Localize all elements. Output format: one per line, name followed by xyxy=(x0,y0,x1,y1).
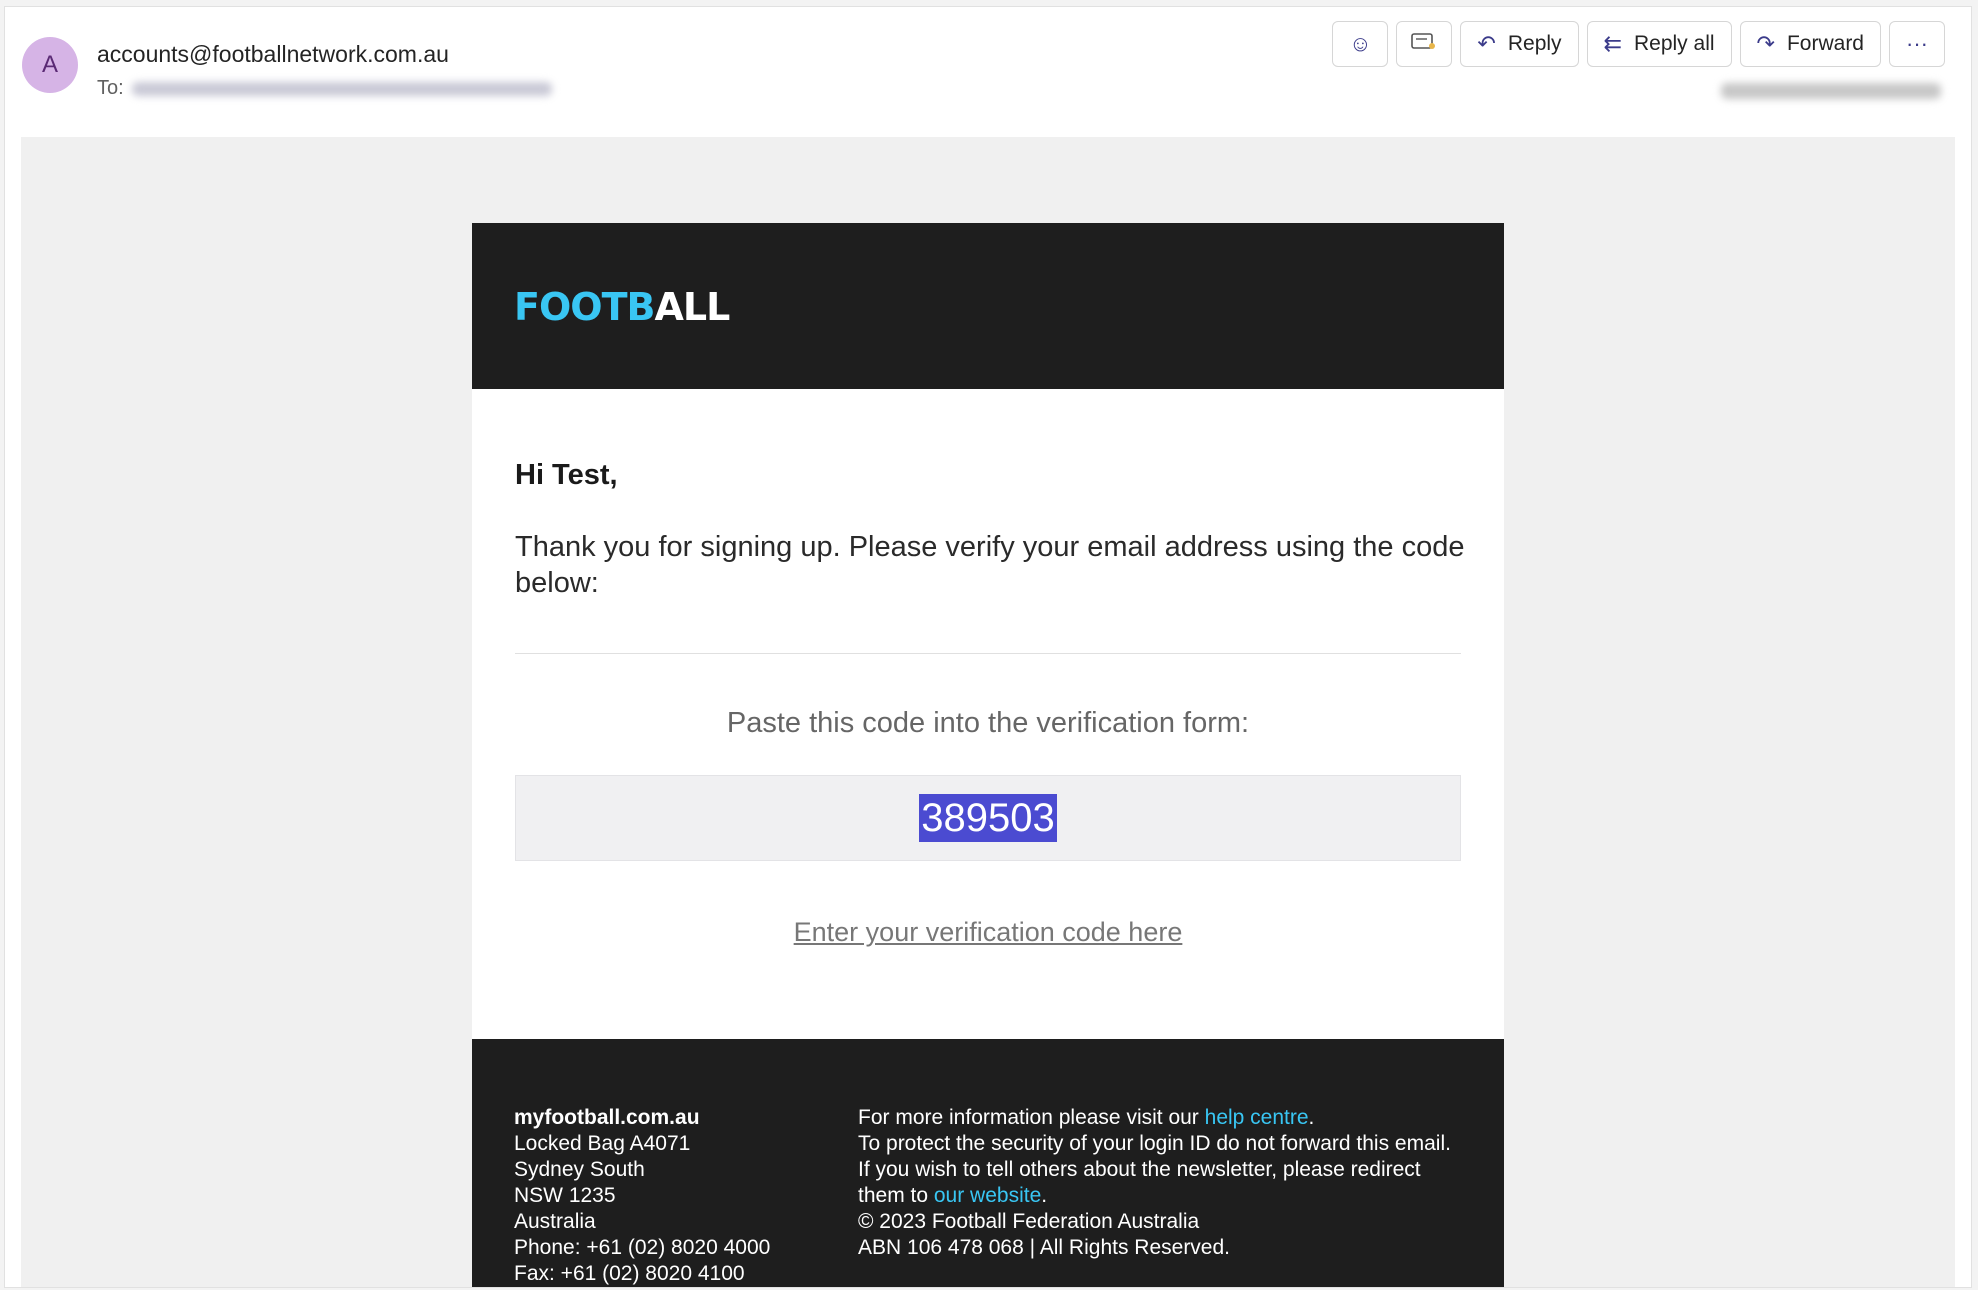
reply-all-label: Reply all xyxy=(1633,32,1715,55)
forward-label: Forward xyxy=(1786,32,1864,55)
footer-address-line: Sydney South xyxy=(514,1158,645,1181)
enter-code-row: Enter your verification code here xyxy=(472,917,1504,948)
footer-fax: Fax: +61 (02) 8020 4100 xyxy=(514,1262,745,1285)
info-period: . xyxy=(1308,1106,1315,1129)
immersive-reader-button[interactable] xyxy=(1396,21,1453,67)
forward-button[interactable]: ↷ Forward xyxy=(1739,21,1881,67)
info-text: For more information please visit our xyxy=(858,1106,1205,1129)
reply-icon: ↶ xyxy=(1477,31,1496,56)
protect-period: . xyxy=(1041,1184,1048,1207)
email-card: FOOTBALL Hi Test, Thank you for signing … xyxy=(472,223,1504,1287)
reply-all-button[interactable]: ⇇ Reply all xyxy=(1586,21,1732,67)
more-actions-button[interactable]: ··· xyxy=(1889,21,1945,67)
mail-viewer: A accounts@footballnetwork.com.au To: ☺ … xyxy=(0,0,1978,1290)
email-header-banner: FOOTBALL xyxy=(472,223,1504,389)
forward-icon: ↷ xyxy=(1756,31,1775,56)
footer-info: For more information please visit our he… xyxy=(858,1105,1458,1261)
enter-code-link[interactable]: Enter your verification code here xyxy=(794,917,1183,947)
sender-avatar[interactable]: A xyxy=(22,37,78,93)
avatar-letter: A xyxy=(41,51,58,78)
email-body: FOOTBALL Hi Test, Thank you for signing … xyxy=(21,137,1955,1287)
footer-protect-line: To protect the security of your login ID… xyxy=(858,1131,1458,1209)
reaction-button[interactable]: ☺ xyxy=(1332,21,1389,67)
help-centre-link[interactable]: help centre xyxy=(1205,1106,1309,1129)
sender-address[interactable]: accounts@footballnetwork.com.au xyxy=(97,41,449,68)
footer-address: myfootball.com.au Locked Bag A4071 Sydne… xyxy=(514,1105,834,1287)
footer-address-line: Australia xyxy=(514,1210,596,1233)
verification-code[interactable]: 389503 xyxy=(919,794,1057,842)
reply-button[interactable]: ↶ Reply xyxy=(1460,21,1579,67)
football-logo: FOOTBALL xyxy=(514,285,730,329)
greeting: Hi Test, xyxy=(515,459,618,491)
logo-part2: ALL xyxy=(654,285,730,329)
email-footer: myfootball.com.au Locked Bag A4071 Sydne… xyxy=(472,1039,1504,1287)
footer-copyright: © 2023 Football Federation Australia xyxy=(858,1210,1200,1233)
to-label: To: xyxy=(97,77,124,99)
intro-text: Thank you for signing up. Please verify … xyxy=(515,531,1465,599)
paste-instruction: Paste this code into the verification fo… xyxy=(726,707,1250,739)
message-pane: A accounts@footballnetwork.com.au To: ☺ … xyxy=(4,6,1972,1288)
smiley-icon: ☺ xyxy=(1349,31,1372,56)
reader-icon xyxy=(1411,31,1437,57)
footer-address-line: NSW 1235 xyxy=(514,1184,616,1207)
reply-all-icon: ⇇ xyxy=(1603,31,1622,56)
divider xyxy=(515,653,1461,654)
recipient-redacted xyxy=(131,81,552,96)
website-link[interactable]: our website xyxy=(934,1184,1041,1207)
reply-label: Reply xyxy=(1507,32,1562,55)
date-redacted xyxy=(1721,83,1941,99)
footer-info-line: For more information please visit our he… xyxy=(858,1105,1458,1131)
footer-phone: Phone: +61 (02) 8020 4000 xyxy=(514,1236,771,1259)
footer-site: myfootball.com.au xyxy=(514,1106,700,1129)
footer-abn: ABN 106 478 068 | All Rights Reserved. xyxy=(858,1236,1231,1259)
logo-part1: FOOTB xyxy=(514,285,655,329)
message-toolbar: ☺ ↶ Reply ⇇ Reply all ↷ Forward ··· xyxy=(1332,21,1945,67)
recipient-line: To: xyxy=(97,77,552,100)
footer-address-line: Locked Bag A4071 xyxy=(514,1132,691,1155)
more-icon: ··· xyxy=(1906,31,1928,56)
code-box: 389503 xyxy=(515,775,1461,861)
